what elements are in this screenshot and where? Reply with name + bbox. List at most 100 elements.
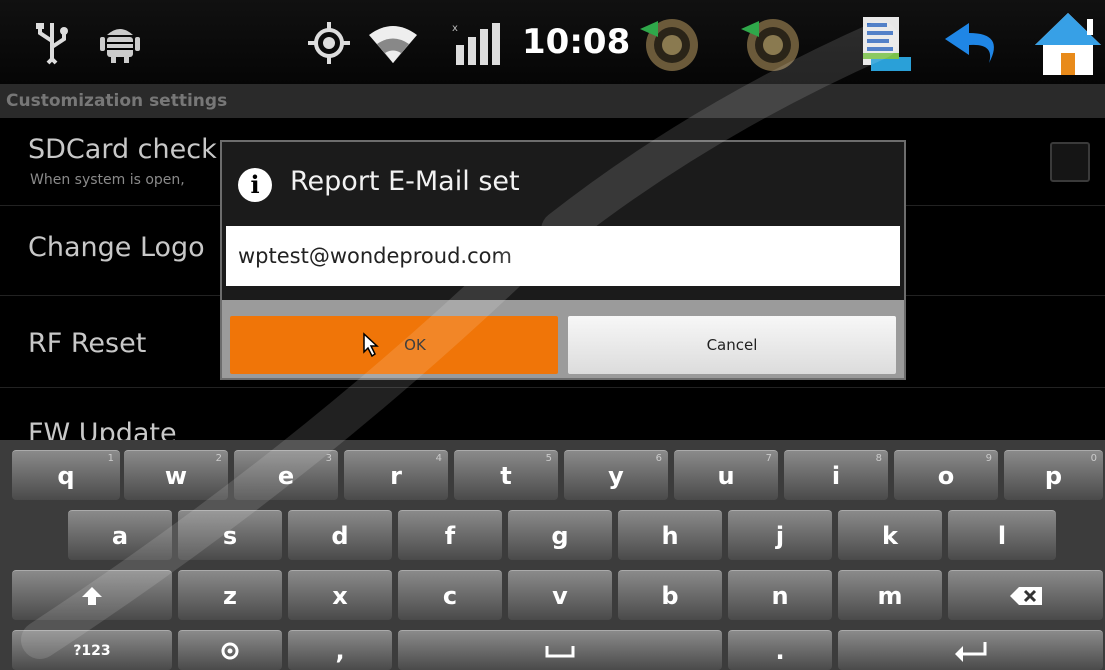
ok-button[interactable]: OK (230, 316, 558, 374)
key-hint: 5 (545, 453, 552, 464)
key-label: x (332, 581, 348, 610)
key-label: z (223, 581, 237, 610)
key-label: i (831, 461, 841, 490)
volume-up-icon[interactable] (733, 12, 813, 74)
key-p[interactable]: p0 (1004, 450, 1103, 500)
enter-icon (954, 641, 986, 662)
key-hint: 3 (325, 453, 332, 464)
cancel-button-label: Cancel (706, 336, 758, 354)
key-hint: 2 (215, 453, 222, 464)
key-h[interactable]: h (618, 510, 722, 560)
dialog-title: Report E-Mail set (290, 166, 520, 197)
settings-key[interactable] (178, 630, 282, 670)
soft-keyboard: q1 w2 e3 r4 t5 y6 u7 i8 o9 p0 a s d f g … (0, 440, 1105, 670)
mouse-cursor-icon (363, 332, 380, 358)
email-input[interactable] (226, 226, 900, 286)
key-t[interactable]: t5 (454, 450, 558, 500)
key-u[interactable]: u7 (674, 450, 778, 500)
key-hint: 9 (985, 453, 992, 464)
key-label: v (552, 581, 568, 610)
settings-gear-icon (221, 642, 239, 659)
key-w[interactable]: w2 (124, 450, 228, 500)
key-label: t (500, 461, 512, 490)
space-key[interactable] (398, 630, 722, 670)
key-label: , (335, 636, 345, 665)
key-s[interactable]: s (178, 510, 282, 560)
key-o[interactable]: o9 (894, 450, 998, 500)
report-email-dialog: i Report E-Mail set OK Cancel (220, 140, 906, 380)
key-label: q (57, 461, 75, 490)
dialog-button-bar: OK Cancel (222, 300, 904, 378)
key-label: l (997, 521, 1007, 550)
key-label: a (111, 521, 129, 550)
shift-key[interactable] (12, 570, 172, 620)
key-label: . (775, 636, 785, 665)
document-icon[interactable] (854, 12, 916, 76)
cancel-button[interactable]: Cancel (568, 316, 896, 374)
space-icon (545, 645, 575, 657)
key-hint: 6 (655, 453, 662, 464)
back-icon[interactable] (932, 12, 1016, 76)
enter-key[interactable] (838, 630, 1103, 670)
key-x[interactable]: x (288, 570, 392, 620)
svg-text:x: x (452, 23, 458, 34)
key-label: y (608, 461, 624, 490)
home-icon[interactable] (1030, 8, 1105, 80)
key-hint: 0 (1090, 453, 1097, 464)
key-f[interactable]: f (398, 510, 502, 560)
signal-icon: x (448, 18, 508, 68)
key-label: j (775, 521, 785, 550)
key-label: k (882, 521, 898, 550)
status-clock: 10:08 (522, 22, 631, 62)
key-label: n (771, 581, 789, 610)
wifi-icon (362, 18, 424, 68)
sdcard-check-checkbox[interactable] (1050, 142, 1090, 182)
key-c[interactable]: c (398, 570, 502, 620)
setting-subtitle: When system is open, (30, 172, 185, 188)
key-e[interactable]: e3 (234, 450, 338, 500)
status-bar: x 10:08 (0, 0, 1105, 84)
backspace-key[interactable] (948, 570, 1103, 620)
key-r[interactable]: r4 (344, 450, 448, 500)
period-key[interactable]: . (728, 630, 832, 670)
key-n[interactable]: n (728, 570, 832, 620)
setting-title: RF Reset (28, 328, 147, 359)
key-label: c (442, 581, 458, 610)
key-g[interactable]: g (508, 510, 612, 560)
setting-title: Change Logo (28, 232, 205, 263)
key-i[interactable]: i8 (784, 450, 888, 500)
gps-icon (306, 20, 352, 66)
android-debug-icon (95, 20, 145, 66)
key-m[interactable]: m (838, 570, 942, 620)
info-icon: i (238, 168, 272, 202)
comma-key[interactable]: , (288, 630, 392, 670)
key-z[interactable]: z (178, 570, 282, 620)
key-y[interactable]: y6 (564, 450, 668, 500)
key-v[interactable]: v (508, 570, 612, 620)
ok-button-label: OK (404, 336, 426, 354)
key-d[interactable]: d (288, 510, 392, 560)
key-label: e (277, 461, 295, 490)
setting-fw-update[interactable]: FW Update (0, 388, 1105, 440)
key-label: d (331, 521, 349, 550)
key-b[interactable]: b (618, 570, 722, 620)
symbols-key[interactable]: ?123 (12, 630, 172, 670)
key-label: r (390, 461, 402, 490)
key-k[interactable]: k (838, 510, 942, 560)
key-j[interactable]: j (728, 510, 832, 560)
key-l[interactable]: l (948, 510, 1056, 560)
key-hint: 7 (765, 453, 772, 464)
key-label: f (444, 521, 456, 550)
key-label: u (717, 461, 735, 490)
section-header: Customization settings (0, 84, 1105, 118)
volume-down-icon[interactable] (632, 12, 712, 74)
key-q[interactable]: q1 (12, 450, 120, 500)
key-label: p (1044, 461, 1063, 490)
key-label: o (937, 461, 955, 490)
key-label: m (877, 581, 903, 610)
setting-title: FW Update (28, 418, 177, 440)
key-label: b (661, 581, 679, 610)
key-label: g (551, 521, 569, 550)
key-hint: 4 (435, 453, 442, 464)
key-a[interactable]: a (68, 510, 172, 560)
